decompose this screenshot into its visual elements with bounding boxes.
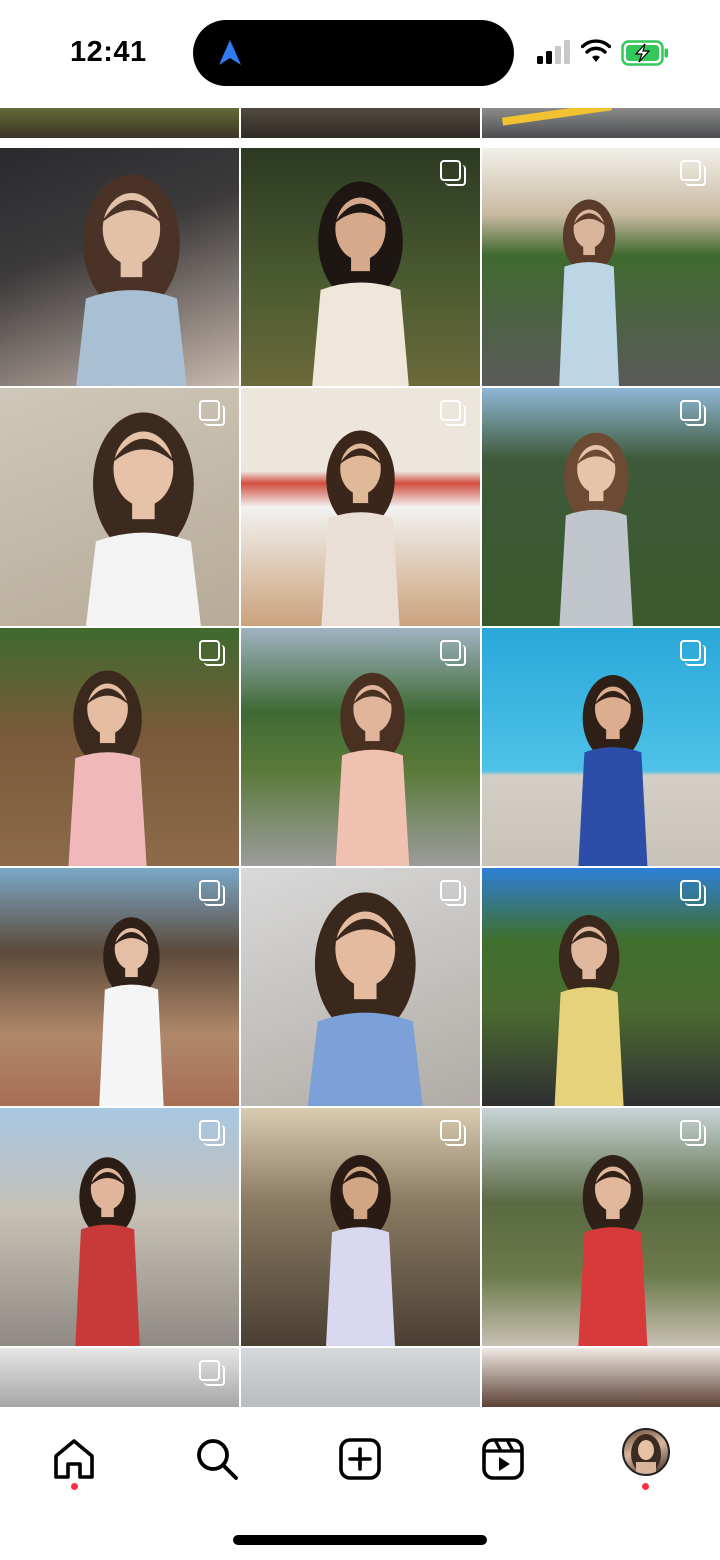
post-tile-lying-selfie[interactable] [241, 868, 480, 1106]
multiple-photos-icon [680, 640, 708, 668]
profile-notification-dot [642, 1483, 649, 1490]
post-tile-partial-top-3[interactable] [482, 108, 720, 138]
multiple-photos-icon [199, 1120, 227, 1148]
multiple-photos-icon [199, 400, 227, 428]
post-tile-palm-tree[interactable] [482, 1108, 720, 1346]
post-tile-partial-bottom-2[interactable] [241, 1348, 480, 1407]
post-tile-closeup-selfie[interactable] [0, 388, 239, 626]
stack-front-shape [680, 1120, 701, 1141]
post-tile-burger-restaurant[interactable] [241, 388, 480, 626]
post-tile-partial-bottom-1[interactable] [0, 1348, 239, 1407]
reels-icon [482, 1438, 524, 1480]
multiple-photos-icon [199, 1360, 227, 1388]
location-arrow-icon [219, 40, 241, 65]
post-tile-beach-waves[interactable] [241, 1108, 480, 1346]
cellular-signal-icon [537, 40, 570, 64]
stack-front-shape [199, 400, 220, 421]
multiple-photos-icon [199, 880, 227, 908]
stack-front-shape [199, 1360, 220, 1381]
bottom-tab-bar [0, 1407, 720, 1560]
person-figure [76, 174, 187, 386]
post-tile-path-walk[interactable] [482, 148, 720, 386]
post-thumbnail [0, 108, 239, 138]
stack-front-shape [680, 640, 701, 661]
search-icon [197, 1439, 238, 1480]
post-tile-puppy-field[interactable] [482, 388, 720, 626]
multiple-photos-icon [440, 400, 468, 428]
multiple-photos-icon [680, 1120, 708, 1148]
avatar-photo [631, 1434, 661, 1474]
post-tile-bicycle[interactable] [241, 628, 480, 866]
stack-front-shape [199, 880, 220, 901]
post-tile-parking-lot[interactable] [482, 868, 720, 1106]
stack-front-shape [440, 640, 461, 661]
multiple-photos-icon [680, 400, 708, 428]
multiple-photos-icon [440, 160, 468, 188]
plus-square-icon [339, 1438, 381, 1480]
home-icon [54, 1439, 94, 1479]
multiple-photos-icon [680, 160, 708, 188]
multiple-photos-icon [199, 640, 227, 668]
stack-front-shape [440, 880, 461, 901]
search-tab[interactable] [187, 1429, 247, 1489]
multiple-photos-icon [440, 880, 468, 908]
post-tile-car-selfie[interactable] [0, 148, 239, 386]
stack-front-shape [199, 1120, 220, 1141]
post-thumbnail [241, 108, 480, 138]
post-tile-street-bench[interactable] [0, 1108, 239, 1346]
wifi-icon [581, 39, 611, 62]
stack-front-shape [680, 400, 701, 421]
multiple-photos-icon [440, 1120, 468, 1148]
stack-front-shape [440, 160, 461, 181]
post-tile-white-dress-outdoor[interactable] [241, 148, 480, 386]
create-tab[interactable] [330, 1429, 390, 1489]
home-tab[interactable] [44, 1429, 104, 1489]
profile-posts-grid [0, 108, 720, 1407]
dynamic-island [193, 20, 514, 86]
battery-charging-icon [621, 40, 668, 66]
post-thumbnail [241, 1348, 480, 1407]
reels-tab[interactable] [473, 1429, 533, 1489]
stack-front-shape [440, 1120, 461, 1141]
post-tile-partial-top-2[interactable] [241, 108, 480, 138]
stack-front-shape [680, 160, 701, 181]
post-tile-porch-bench[interactable] [0, 628, 239, 866]
status-bar: 12:41 [0, 0, 720, 108]
post-tile-storefront[interactable] [0, 868, 239, 1106]
stack-front-shape [199, 640, 220, 661]
post-tile-partial-top-1[interactable] [0, 108, 239, 138]
stack-front-shape [680, 880, 701, 901]
stack-front-shape [440, 400, 461, 421]
home-notification-dot [71, 1483, 78, 1490]
multiple-photos-icon [440, 640, 468, 668]
post-tile-pool[interactable] [482, 628, 720, 866]
home-indicator [233, 1535, 487, 1545]
post-tile-partial-bottom-3[interactable] [482, 1348, 720, 1407]
status-time: 12:41 [70, 36, 147, 68]
multiple-photos-icon [680, 880, 708, 908]
profile-tab-avatar[interactable] [622, 1428, 670, 1476]
post-thumbnail [482, 1348, 720, 1407]
